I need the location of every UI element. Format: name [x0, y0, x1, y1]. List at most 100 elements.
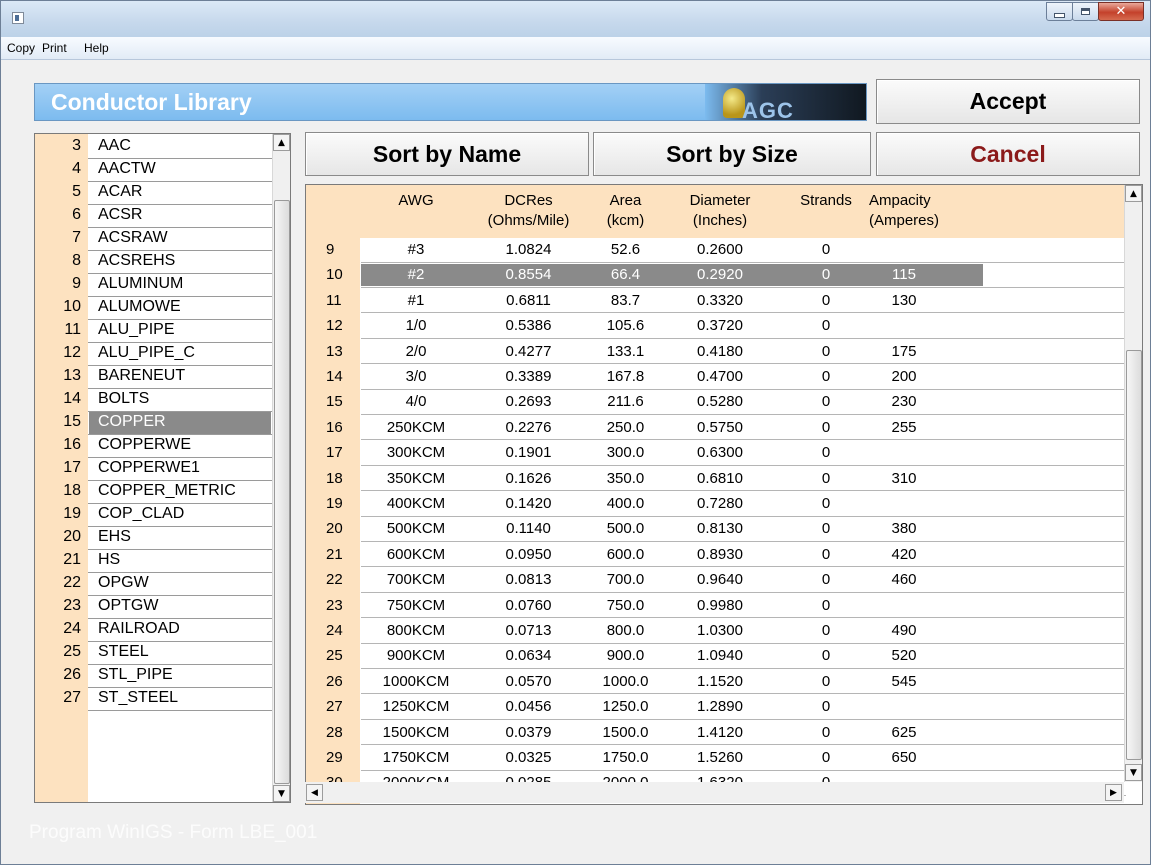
conductor-list-item[interactable]: 7 ACSRAW: [35, 228, 271, 250]
table-cell-strands[interactable]: 0: [781, 368, 871, 385]
table-horizontal-scrollbar[interactable]: ◀ ▶: [305, 782, 1124, 803]
table-cell-diameter[interactable]: 1.1520: [670, 673, 770, 690]
table-cell-ampacity[interactable]: 175: [869, 343, 939, 360]
table-cell-diameter[interactable]: 0.3320: [670, 292, 770, 309]
table-cell-dcres[interactable]: 0.0634: [471, 647, 586, 664]
table-cell-area[interactable]: 211.6: [588, 393, 663, 410]
table-cell-strands[interactable]: 0: [781, 266, 871, 283]
table-row[interactable]: 14 3/0 0.3389 167.8 0.4700 0 200: [306, 366, 1126, 388]
conductor-list-item[interactable]: 21 HS: [35, 550, 271, 572]
conductor-list-item[interactable]: 10 ALUMOWE: [35, 297, 271, 319]
table-cell-diameter[interactable]: 0.5750: [670, 419, 770, 436]
sort-by-name-button[interactable]: Sort by Name: [305, 132, 589, 176]
table-row[interactable]: 13 2/0 0.4277 133.1 0.4180 0 175: [306, 341, 1126, 363]
table-cell-strands[interactable]: 0: [781, 444, 871, 461]
minimize-button[interactable]: [1046, 2, 1073, 21]
table-cell-strands[interactable]: 0: [781, 393, 871, 410]
close-button[interactable]: ✕: [1098, 2, 1144, 21]
table-cell-dcres[interactable]: 0.4277: [471, 343, 586, 360]
conductor-list-item[interactable]: 27 ST_STEEL: [35, 688, 271, 710]
scroll-down-arrow-icon[interactable]: ▼: [1125, 764, 1142, 781]
table-cell-awg[interactable]: 300KCM: [366, 444, 466, 461]
conductor-list-item[interactable]: 8 ACSREHS: [35, 251, 271, 273]
table-row[interactable]: 29 1750KCM 0.0325 1750.0 1.5260 0 650: [306, 747, 1126, 769]
table-cell-dcres[interactable]: 0.1140: [471, 520, 586, 537]
table-cell-dcres[interactable]: 0.0760: [471, 597, 586, 614]
list-scroll-thumb[interactable]: [274, 200, 290, 784]
table-cell-diameter[interactable]: 0.5280: [670, 393, 770, 410]
table-row[interactable]: 22 700KCM 0.0813 700.0 0.9640 0 460: [306, 569, 1126, 591]
table-cell-dcres[interactable]: 0.6811: [471, 292, 586, 309]
table-cell-ampacity[interactable]: 625: [869, 724, 939, 741]
table-cell-awg[interactable]: 400KCM: [366, 495, 466, 512]
table-row[interactable]: 12 1/0 0.5386 105.6 0.3720 0: [306, 315, 1126, 337]
table-cell-diameter[interactable]: 0.7280: [670, 495, 770, 512]
table-cell-area[interactable]: 1750.0: [588, 749, 663, 766]
table-cell-awg[interactable]: 900KCM: [366, 647, 466, 664]
table-cell-ampacity[interactable]: 310: [869, 470, 939, 487]
table-cell-area[interactable]: 1000.0: [588, 673, 663, 690]
conductor-list-item[interactable]: 25 STEEL: [35, 642, 271, 664]
table-cell-awg[interactable]: 3/0: [366, 368, 466, 385]
table-cell-strands[interactable]: 0: [781, 749, 871, 766]
title-bar[interactable]: ✕: [1, 1, 1150, 37]
table-cell-diameter[interactable]: 0.4180: [670, 343, 770, 360]
table-cell-ampacity[interactable]: 490: [869, 622, 939, 639]
table-cell-awg[interactable]: 800KCM: [366, 622, 466, 639]
table-cell-dcres[interactable]: 0.8554: [471, 266, 586, 283]
table-cell-area[interactable]: 105.6: [588, 317, 663, 334]
table-cell-awg[interactable]: 350KCM: [366, 470, 466, 487]
table-cell-diameter[interactable]: 0.9980: [670, 597, 770, 614]
table-cell-awg[interactable]: 1750KCM: [366, 749, 466, 766]
table-row[interactable]: 20 500KCM 0.1140 500.0 0.8130 0 380: [306, 518, 1126, 540]
table-cell-diameter[interactable]: 0.2920: [670, 266, 770, 283]
conductor-list-item[interactable]: 6 ACSR: [35, 205, 271, 227]
table-cell-strands[interactable]: 0: [781, 317, 871, 334]
menu-help[interactable]: Help: [84, 41, 109, 55]
cancel-button[interactable]: Cancel: [876, 132, 1140, 176]
scroll-up-arrow-icon[interactable]: ▲: [1125, 185, 1142, 202]
table-cell-area[interactable]: 750.0: [588, 597, 663, 614]
scroll-down-arrow-icon[interactable]: ▼: [273, 785, 290, 802]
table-cell-awg[interactable]: #3: [366, 241, 466, 258]
table-cell-dcres[interactable]: 0.3389: [471, 368, 586, 385]
table-row[interactable]: 24 800KCM 0.0713 800.0 1.0300 0 490: [306, 620, 1126, 642]
table-row[interactable]: 17 300KCM 0.1901 300.0 0.6300 0: [306, 442, 1126, 464]
table-cell-dcres[interactable]: 0.0379: [471, 724, 586, 741]
table-cell-dcres[interactable]: 0.0325: [471, 749, 586, 766]
column-header-ampacity[interactable]: Ampacity (Amperes): [869, 191, 969, 231]
conductor-type-list[interactable]: 3 AAC 4 AACTW 5 ACAR 6 ACSR 7 ACSRAW 8 ACSREHS 9 ALUM…: [34, 133, 291, 803]
table-cell-area[interactable]: 700.0: [588, 571, 663, 588]
table-row[interactable]: 10 #2 0.8554 66.4 0.2920 0 115: [306, 264, 1126, 287]
table-cell-awg[interactable]: #1: [366, 292, 466, 309]
table-cell-awg[interactable]: 2/0: [366, 343, 466, 360]
conductor-list-item[interactable]: 11 ALU_PIPE: [35, 320, 271, 342]
table-row[interactable]: 27 1250KCM 0.0456 1250.0 1.2890 0: [306, 696, 1126, 718]
table-cell-area[interactable]: 250.0: [588, 419, 663, 436]
table-cell-ampacity[interactable]: 255: [869, 419, 939, 436]
table-cell-ampacity[interactable]: 650: [869, 749, 939, 766]
table-cell-awg[interactable]: 600KCM: [366, 546, 466, 563]
table-cell-area[interactable]: 66.4: [588, 266, 663, 283]
table-cell-diameter[interactable]: 0.3720: [670, 317, 770, 334]
table-cell-dcres[interactable]: 0.0713: [471, 622, 586, 639]
menu-copy[interactable]: Copy: [7, 41, 35, 55]
table-cell-diameter[interactable]: 0.8930: [670, 546, 770, 563]
table-cell-ampacity[interactable]: 460: [869, 571, 939, 588]
table-row[interactable]: 28 1500KCM 0.0379 1500.0 1.4120 0 625: [306, 722, 1126, 744]
table-cell-awg[interactable]: 250KCM: [366, 419, 466, 436]
table-cell-dcres[interactable]: 0.2276: [471, 419, 586, 436]
column-header-dcres[interactable]: DCRes (Ohms/Mile): [471, 191, 586, 231]
table-cell-diameter[interactable]: 0.6810: [670, 470, 770, 487]
table-cell-strands[interactable]: 0: [781, 673, 871, 690]
table-row[interactable]: 19 400KCM 0.1420 400.0 0.7280 0: [306, 493, 1126, 515]
table-cell-awg[interactable]: 750KCM: [366, 597, 466, 614]
conductor-list-item[interactable]: 3 AAC: [35, 136, 271, 158]
table-cell-ampacity[interactable]: 380: [869, 520, 939, 537]
conductor-list-item[interactable]: 13 BARENEUT: [35, 366, 271, 388]
table-scroll-thumb[interactable]: [1126, 350, 1142, 760]
table-cell-ampacity[interactable]: 545: [869, 673, 939, 690]
conductor-list-item[interactable]: 9 ALUMINUM: [35, 274, 271, 296]
table-cell-diameter[interactable]: 1.4120: [670, 724, 770, 741]
table-row[interactable]: 21 600KCM 0.0950 600.0 0.8930 0 420: [306, 544, 1126, 566]
